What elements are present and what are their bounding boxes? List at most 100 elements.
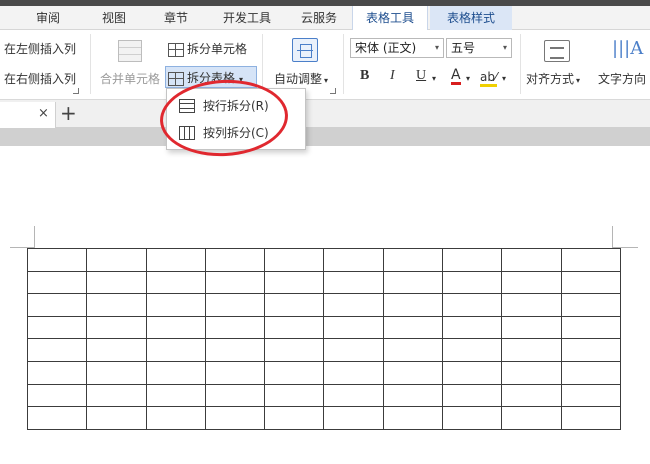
tab-cloud-service[interactable]: 云服务 — [290, 6, 348, 30]
table-cell[interactable] — [382, 406, 444, 430]
table-cell[interactable] — [204, 338, 266, 362]
table-cell[interactable] — [382, 315, 444, 340]
table-cell[interactable] — [264, 293, 325, 317]
chevron-down-icon[interactable]: ▾ — [502, 74, 506, 83]
insert-left-column-button[interactable]: 在左侧插入列 — [4, 40, 76, 57]
add-tab-icon[interactable]: + — [60, 101, 77, 125]
table-cell[interactable] — [560, 270, 622, 295]
table-cell[interactable] — [204, 406, 266, 430]
chevron-down-icon[interactable]: ▾ — [466, 74, 470, 83]
table-cell[interactable] — [382, 338, 444, 362]
table-cell[interactable] — [145, 406, 206, 430]
bold-button[interactable]: B — [360, 68, 369, 84]
table-cell[interactable] — [323, 293, 384, 317]
table-cell[interactable] — [560, 315, 622, 340]
table-cell[interactable] — [382, 293, 444, 317]
table-cell[interactable] — [323, 406, 384, 430]
group-expand-icon[interactable] — [73, 88, 79, 94]
table-cell[interactable] — [264, 248, 325, 272]
table-cell[interactable] — [442, 248, 503, 272]
table-cell[interactable] — [323, 248, 384, 272]
table-cell[interactable] — [86, 383, 147, 408]
table-cell[interactable] — [501, 406, 562, 430]
table-cell[interactable] — [145, 248, 206, 272]
table-cell[interactable] — [26, 406, 88, 430]
table-cell[interactable] — [323, 338, 384, 362]
tab-review[interactable]: 审阅 — [22, 6, 74, 30]
tab-table-style[interactable]: 表格样式 — [430, 6, 512, 30]
table-cell[interactable] — [26, 338, 88, 362]
table-cell[interactable] — [26, 360, 88, 385]
font-size-select[interactable]: 五号 ▾ — [446, 38, 512, 58]
table-cell[interactable] — [204, 315, 266, 340]
table-cell[interactable] — [501, 338, 562, 362]
table-cell[interactable] — [145, 293, 206, 317]
table-cell[interactable] — [26, 248, 88, 272]
table-cell[interactable] — [26, 383, 88, 408]
italic-button[interactable]: I — [390, 68, 395, 84]
table-cell[interactable] — [382, 270, 444, 295]
text-direction-button[interactable]: 文字方向 — [598, 70, 646, 87]
table-cell[interactable] — [204, 270, 266, 295]
table-cell[interactable] — [442, 406, 503, 430]
table-cell[interactable] — [264, 406, 325, 430]
table-cell[interactable] — [145, 383, 206, 408]
table-cell[interactable] — [560, 383, 622, 408]
table-cell[interactable] — [86, 360, 147, 385]
table-cell[interactable] — [323, 383, 384, 408]
align-button[interactable]: 对齐方式 ▾ — [526, 70, 580, 87]
table-cell[interactable] — [560, 338, 622, 362]
table-cell[interactable] — [26, 293, 88, 317]
table-cell[interactable] — [382, 383, 444, 408]
table-cell[interactable] — [560, 406, 622, 430]
table-cell[interactable] — [86, 248, 147, 272]
table-cell[interactable] — [323, 270, 384, 295]
table-cell[interactable] — [204, 248, 266, 272]
table-cell[interactable] — [86, 293, 147, 317]
table-cell[interactable] — [145, 315, 206, 340]
table-cell[interactable] — [264, 315, 325, 340]
table-cell[interactable] — [145, 270, 206, 295]
table-cell[interactable] — [264, 383, 325, 408]
table-cell[interactable] — [264, 270, 325, 295]
table-cell[interactable] — [442, 338, 503, 362]
split-table-button[interactable]: 拆分表格 ▾ — [168, 69, 243, 86]
table-cell[interactable] — [264, 360, 325, 385]
underline-button[interactable]: U — [416, 68, 426, 84]
table-cell[interactable] — [442, 315, 503, 340]
tab-developer-tools[interactable]: 开发工具 — [212, 6, 282, 30]
table-cell[interactable] — [323, 360, 384, 385]
chevron-down-icon[interactable]: ▾ — [432, 74, 436, 83]
table-cell[interactable] — [501, 248, 562, 272]
close-icon[interactable]: × — [38, 106, 49, 121]
table-cell[interactable] — [382, 248, 444, 272]
table-cell[interactable] — [204, 360, 266, 385]
table-cell[interactable] — [501, 270, 562, 295]
table-cell[interactable] — [204, 293, 266, 317]
table-cell[interactable] — [442, 270, 503, 295]
split-by-column-menu-item[interactable]: 按列拆分(C) — [171, 120, 303, 146]
merge-cells-button[interactable]: 合并单元格 — [100, 70, 160, 87]
table-cell[interactable] — [86, 270, 147, 295]
tab-chapter[interactable]: 章节 — [150, 6, 202, 30]
tab-view[interactable]: 视图 — [88, 6, 140, 30]
table-cell[interactable] — [145, 360, 206, 385]
table-cell[interactable] — [264, 338, 325, 362]
table-cell[interactable] — [501, 293, 562, 317]
table-cell[interactable] — [560, 293, 622, 317]
table-cell[interactable] — [26, 315, 88, 340]
font-name-select[interactable]: 宋体 (正文) ▾ — [350, 38, 444, 58]
table-cell[interactable] — [86, 338, 147, 362]
table-cell[interactable] — [26, 270, 88, 295]
table-cell[interactable] — [382, 360, 444, 385]
auto-fit-button[interactable]: 自动调整 ▾ — [274, 70, 328, 87]
insert-right-column-button[interactable]: 在右侧插入列 — [4, 70, 76, 87]
tab-table-tools[interactable]: 表格工具 — [352, 6, 428, 31]
table-cell[interactable] — [86, 406, 147, 430]
split-cells-button[interactable]: 拆分单元格 — [168, 40, 247, 57]
table-cell[interactable] — [145, 338, 206, 362]
table-cell[interactable] — [501, 315, 562, 340]
table-cell[interactable] — [560, 248, 622, 272]
split-by-row-menu-item[interactable]: 按行拆分(R) — [171, 93, 303, 119]
table-cell[interactable] — [560, 360, 622, 385]
